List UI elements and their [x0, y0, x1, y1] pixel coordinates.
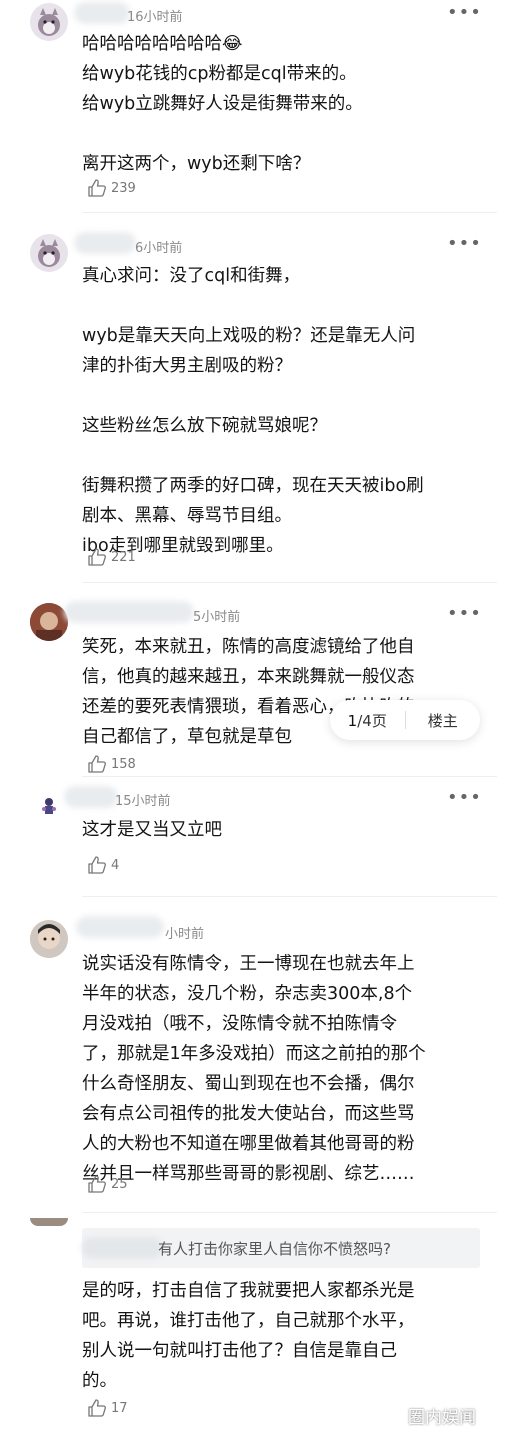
thumbs-up-icon: [88, 1175, 106, 1193]
divider: [82, 1212, 497, 1213]
comment-text: 这才是又当又立吧: [82, 820, 222, 840]
like-button[interactable]: 158: [87, 753, 136, 775]
comment-text: 说实话没有陈情令，王一博现在也就去年上 半年的状态，没几个粉，杂志卖300本,8…: [82, 954, 426, 1184]
like-count: 158: [111, 756, 136, 772]
comment-time: 5小时前: [193, 610, 241, 625]
avatar[interactable]: [30, 234, 68, 272]
divider: [82, 582, 497, 583]
quoted-text: 有人打击你家里人自信你不愤怒吗?: [158, 1240, 391, 1258]
avatar[interactable]: [30, 3, 68, 41]
like-count: 25: [111, 1176, 128, 1192]
comment-time: 16小时前: [127, 10, 183, 25]
comment-text: 真心求问：没了cql和街舞， wyb是靠天天向上戏吸的粉？还是靠无人问 津的扑街…: [82, 266, 424, 556]
thumbs-up-icon: [88, 179, 106, 197]
divider: [82, 212, 497, 213]
like-button[interactable]: 4: [87, 854, 119, 876]
more-options-button[interactable]: •••: [447, 789, 482, 807]
more-options-button[interactable]: •••: [447, 605, 482, 623]
avatar[interactable]: [30, 785, 68, 823]
page-navigator: 1/4页 楼主: [330, 700, 480, 740]
like-count: 221: [111, 549, 136, 565]
like-button[interactable]: 25: [87, 1173, 128, 1195]
thumbs-up-icon: [88, 548, 106, 566]
quoted-comment[interactable]: 有人打击你家里人自信你不愤怒吗?: [82, 1228, 480, 1268]
more-options-button[interactable]: •••: [447, 235, 482, 253]
avatar[interactable]: [30, 1218, 68, 1226]
like-count: 4: [111, 857, 120, 873]
current-page: 1: [347, 711, 358, 730]
comment-time: 15小时前: [115, 794, 171, 809]
comment-text: 是的呀，打击自信了我就要把人家都杀光是 吧。再说，谁打击他了，自己就那个水平， …: [82, 1281, 415, 1391]
thumbs-up-icon: [88, 856, 106, 874]
only-host-button[interactable]: 楼主: [406, 710, 481, 731]
watermark: 圈内娱闻: [408, 1408, 476, 1428]
page-indicator-button[interactable]: 1/4页: [330, 710, 405, 731]
username-blurred: [64, 786, 118, 808]
comment-text: 哈哈哈哈哈哈哈哈😂 给wyb花钱的cp粉都是cql带来的。 给wyb立跳舞好人设…: [82, 34, 363, 174]
avatar[interactable]: [30, 920, 68, 958]
like-count: 17: [111, 1400, 128, 1416]
thumbs-up-icon: [88, 755, 106, 773]
like-count: 239: [111, 180, 136, 196]
like-button[interactable]: 239: [87, 177, 136, 199]
comment-time: 6小时前: [135, 241, 183, 256]
divider: [82, 896, 497, 897]
username-blurred: [74, 2, 130, 24]
thumbs-up-icon: [88, 1399, 106, 1417]
divider: [82, 776, 497, 777]
comment-time: 小时前: [165, 927, 205, 942]
total-pages: /4页: [357, 711, 387, 730]
username-blurred: [64, 601, 194, 623]
username-blurred: [74, 232, 136, 254]
like-button[interactable]: 17: [87, 1397, 128, 1419]
like-button[interactable]: 221: [87, 546, 136, 568]
username-blurred: [76, 916, 164, 938]
quoted-username-blurred: [82, 1237, 162, 1259]
more-options-button[interactable]: •••: [447, 4, 482, 22]
avatar[interactable]: [30, 603, 68, 641]
